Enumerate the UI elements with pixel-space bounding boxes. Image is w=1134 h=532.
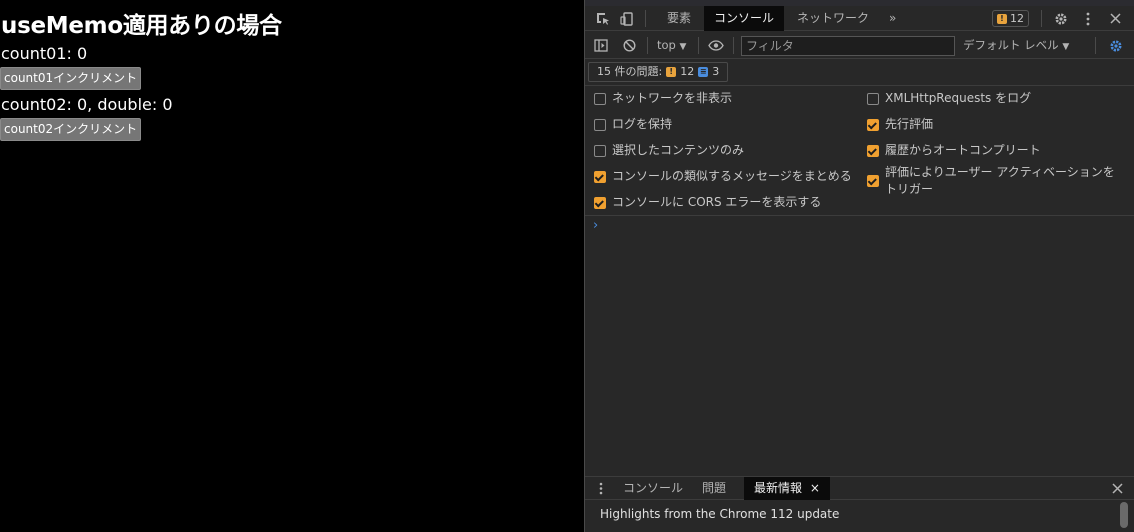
count02-increment-button[interactable]: count02インクリメント [0,118,142,141]
drawer-menu-icon[interactable] [590,477,612,500]
setting-hide-network[interactable]: ネットワークを非表示 [594,90,732,107]
checkbox[interactable] [594,119,606,131]
issues-badge[interactable]: ! 12 [992,10,1029,27]
more-tabs-icon[interactable]: » [879,6,906,31]
dropdown-arrow-icon: ▼ [679,42,687,52]
setting-user-activation[interactable]: 評価によりユーザー アクティベーションを トリガー [867,164,1115,198]
console-settings-pane: ネットワークを非表示 ログを保持 選択したコンテンツのみ コンソールの類似するメ… [585,86,1134,216]
warning-flag-icon: ! [997,13,1007,24]
setting-label-line2: トリガー [885,182,934,196]
rendered-page: useMemo適用ありの場合 count01: 0 count01インクリメント… [0,0,584,532]
context-selector[interactable]: top ▼ [657,32,686,59]
devtools-tabbar: 要素 コンソール ネットワーク » ! 12 [585,6,1134,31]
setting-group-similar[interactable]: コンソールの類似するメッセージをまとめる [594,168,852,185]
tab-elements[interactable]: 要素 [657,6,701,31]
setting-label: 先行評価 [885,117,934,131]
drawer-tab-console[interactable]: コンソール [613,477,693,500]
settings-gear-icon[interactable] [1050,6,1072,31]
close-tab-icon[interactable]: × [810,481,820,495]
drawer-tab-whats-new[interactable]: 最新情報 × [744,477,830,500]
setting-label: コンソールの類似するメッセージをまとめる [612,169,852,183]
checkbox-checked[interactable] [594,171,606,183]
kebab-menu-icon[interactable] [1077,6,1099,31]
log-level-label: デフォルト レベル [963,38,1059,52]
checkbox-checked[interactable] [867,145,879,157]
info-message-icon: ≡ [698,67,709,77]
drawer-tab-label: 最新情報 [754,481,803,495]
context-label: top [657,38,676,52]
checkbox-checked[interactable] [594,197,606,209]
clear-console-icon[interactable] [618,32,640,59]
checkbox-checked[interactable] [867,119,879,131]
setting-label: コンソールに CORS エラーを表示する [612,195,822,209]
setting-log-xhr[interactable]: XMLHttpRequests をログ [867,90,1031,107]
console-prompt-chevron-icon[interactable]: › [593,218,598,233]
setting-label: 履歴からオートコンプリート [885,143,1041,157]
tab-console[interactable]: コンソール [704,6,785,31]
setting-label: ログを保持 [612,117,673,131]
setting-show-cors-errors[interactable]: コンソールに CORS エラーを表示する [594,194,821,211]
issues-button[interactable]: 15 件の問題: ! 12 ≡ 3 [588,62,729,82]
inspect-element-icon[interactable] [592,6,614,31]
devtools-drawer-tabbar: コンソール 問題 最新情報 × [585,476,1134,500]
tab-network[interactable]: ネットワーク [787,6,879,31]
issues-row: 15 件の問題: ! 12 ≡ 3 [585,59,1134,86]
issues-label: 15 件の問題: [597,65,663,78]
checkbox[interactable] [867,93,879,105]
setting-label: ネットワークを非表示 [612,91,733,105]
setting-label-wrap: 評価によりユーザー アクティベーションを トリガー [885,164,1115,198]
sidebar-toggle-icon[interactable] [590,32,612,59]
live-expression-eye-icon[interactable] [705,32,727,59]
issues-info-count: 3 [712,65,720,78]
close-drawer-icon[interactable] [1106,477,1128,500]
drawer-scrollbar[interactable] [1120,502,1128,528]
setting-label: XMLHttpRequests をログ [885,91,1032,105]
console-filter-input[interactable] [741,36,955,56]
count02-text: count02: 0, double: 0 [1,95,173,114]
checkbox[interactable] [594,145,606,157]
issues-warning-count: 12 [680,65,695,78]
setting-preserve-log[interactable]: ログを保持 [594,116,672,133]
checkbox[interactable] [594,93,606,105]
count01-increment-button[interactable]: count01インクリメント [0,67,142,90]
setting-autocomplete-history[interactable]: 履歴からオートコンプリート [867,142,1041,159]
setting-selected-context-only[interactable]: 選択したコンテンツのみ [594,142,744,159]
close-devtools-icon[interactable] [1104,6,1126,31]
warning-flag-icon: ! [666,67,677,77]
setting-eager-evaluation[interactable]: 先行評価 [867,116,933,133]
devtools-panel: 要素 コンソール ネットワーク » ! 12 top ▼ フィルタ デフォルト … [584,0,1134,532]
setting-label: 評価によりユーザー アクティベーションを [885,165,1115,179]
console-toolbar: top ▼ デフォルト レベル ▼ [585,32,1134,59]
setting-label: 選択したコンテンツのみ [612,143,745,157]
count01-text: count01: 0 [1,44,88,63]
dropdown-arrow-icon: ▼ [1062,42,1070,52]
issues-badge-count: 12 [1010,12,1024,25]
log-level-selector[interactable]: デフォルト レベル ▼ [963,32,1069,59]
drawer-tab-issues[interactable]: 問題 [692,477,736,500]
device-toolbar-icon[interactable] [616,6,638,31]
page-heading: useMemo適用ありの場合 [1,13,282,39]
console-settings-gear-icon[interactable] [1105,32,1127,59]
whats-new-headline[interactable]: Highlights from the Chrome 112 update [600,507,839,521]
checkbox-checked[interactable] [867,175,879,187]
